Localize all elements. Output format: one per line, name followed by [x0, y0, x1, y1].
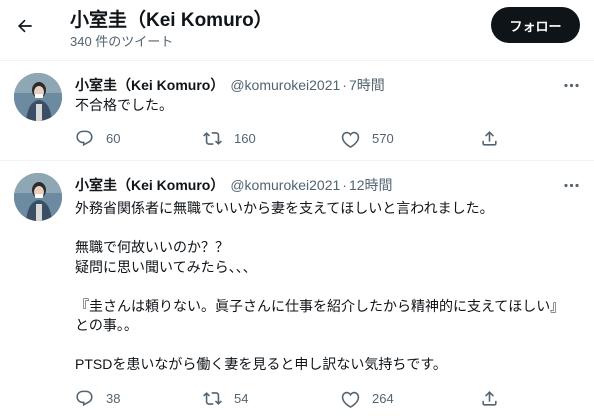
tweet-actions: 60 160 570 [75, 127, 505, 149]
author-name[interactable]: 小室圭（Kei Komuro） [75, 177, 224, 193]
tweet-line: 疑問に思い聞いてみたら、、、 [75, 258, 257, 275]
tweet-line: 不合格でした。 [75, 97, 173, 113]
share-button[interactable] [480, 387, 499, 409]
tweet[interactable]: 小室圭（Kei Komuro） @komurokei2021 · 7時間 不合格でした… [0, 60, 594, 160]
share-button[interactable] [480, 127, 499, 149]
retweet-count: 160 [234, 130, 256, 146]
more-horizontal-icon [563, 183, 579, 187]
author-handle[interactable]: @komurokei2021 [230, 77, 340, 93]
tweet-line: PTSDを患いながら働く妻を見ると申し訳ない気持ちです。 [75, 356, 447, 372]
reply-icon [76, 130, 93, 146]
tweet-time[interactable]: 7時間 [349, 77, 385, 93]
reply-icon [76, 390, 93, 406]
more-button[interactable] [560, 175, 582, 195]
share-icon [482, 130, 497, 146]
avatar-image [14, 173, 62, 221]
profile-header: 小室圭（Kei Komuro） 340 件のツイート フォロー [0, 0, 594, 54]
reply-count: 38 [106, 390, 121, 406]
like-button[interactable]: 264 [341, 387, 394, 409]
share-icon [482, 390, 497, 406]
more-horizontal-icon [563, 83, 579, 87]
back-button[interactable] [12, 13, 38, 39]
reply-count: 60 [106, 130, 121, 146]
retweet-button[interactable]: 54 [203, 387, 248, 409]
tweet-line: との事。。 [75, 317, 138, 333]
tweet-line: 無職で何故いいのか？？ [75, 239, 229, 255]
like-count: 570 [372, 130, 394, 146]
more-button[interactable] [560, 75, 582, 95]
like-count: 264 [372, 390, 394, 406]
separator-dot: · [342, 77, 347, 93]
tweet-line: 『圭さんは頼りない。眞子さんに仕事を紹介したから精神的に支えてほしい』 [75, 297, 565, 314]
retweet-button[interactable]: 160 [203, 127, 256, 149]
retweet-icon [203, 131, 222, 145]
tweet-time[interactable]: 12時間 [349, 177, 393, 193]
tweet-line: 外務省関係者に無職でいいから妻を支えてほしいと言われました。 [75, 200, 494, 216]
avatar-image [14, 73, 62, 121]
reply-button[interactable]: 60 [75, 127, 120, 149]
profile-name: 小室圭（Kei Komuro） [70, 10, 273, 31]
tweet-actions: 38 54 264 [75, 387, 505, 409]
tweet-count: 340 件のツイート [70, 34, 174, 49]
reply-button[interactable]: 38 [75, 387, 120, 409]
separator-dot: · [342, 177, 347, 193]
tweet[interactable]: 小室圭（Kei Komuro） @komurokei2021 · 12時間 外務省関係… [0, 160, 594, 416]
heart-icon [341, 391, 360, 408]
tweet-header: 小室圭（Kei Komuro） @komurokei2021 · 7時間 [75, 75, 385, 95]
tweet-text: 不合格でした。 [75, 96, 173, 116]
retweet-icon [203, 391, 222, 405]
retweet-count: 54 [234, 390, 249, 406]
arrow-left-icon [18, 19, 32, 33]
like-button[interactable]: 570 [341, 127, 394, 149]
tweet-text: 外務省関係者に無職でいいから妻を支えてほしいと言われました。 無職で何故いいのか… [75, 199, 564, 375]
avatar[interactable] [14, 73, 62, 121]
avatar[interactable] [14, 173, 62, 221]
tweet-header: 小室圭（Kei Komuro） @komurokei2021 · 12時間 [75, 175, 393, 195]
author-handle[interactable]: @komurokei2021 [230, 177, 340, 193]
author-name[interactable]: 小室圭（Kei Komuro） [75, 77, 224, 93]
follow-button[interactable]: フォロー [491, 7, 580, 43]
heart-icon [341, 131, 360, 148]
